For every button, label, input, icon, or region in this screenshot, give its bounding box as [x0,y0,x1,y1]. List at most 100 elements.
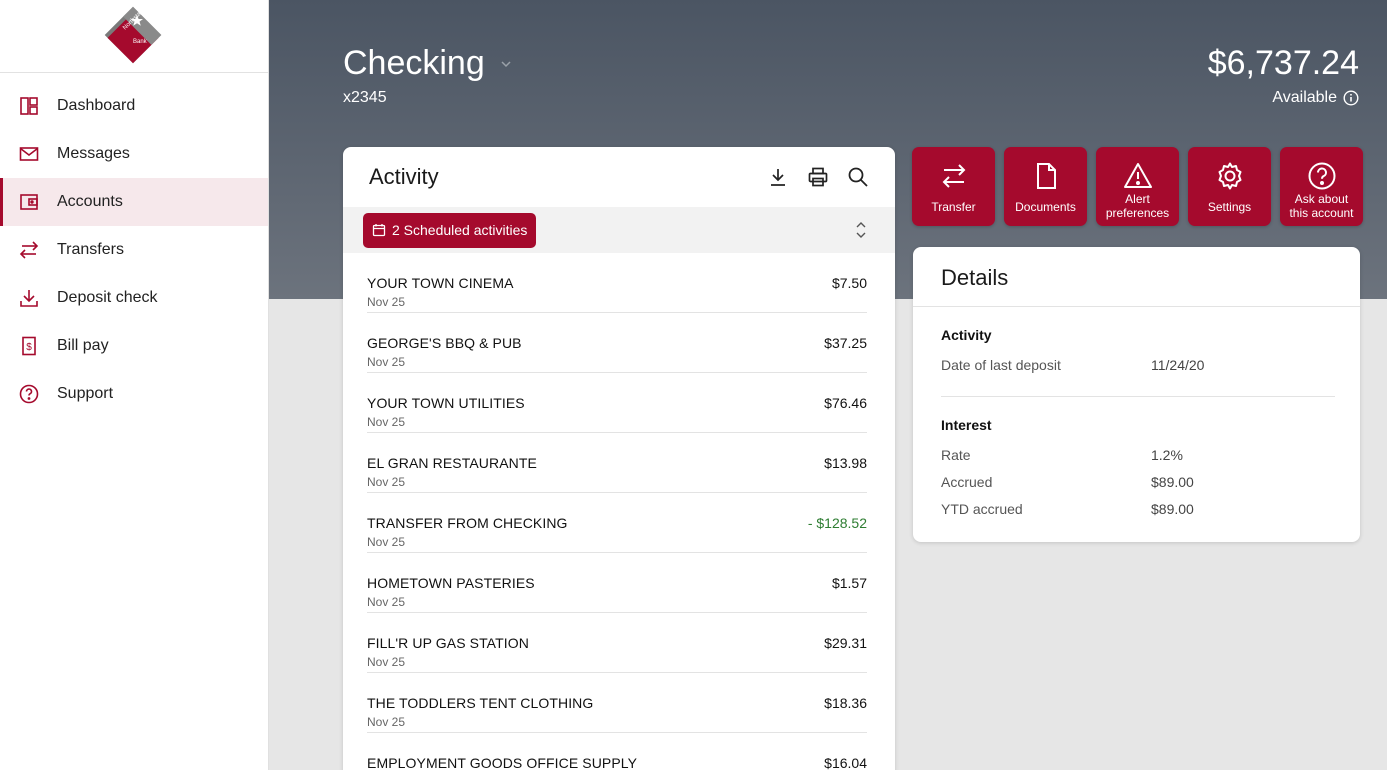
details-activity-section: Activity Date of last deposit 11/24/20 [941,307,1335,397]
scheduled-label: 2 Scheduled activities [392,222,528,238]
bank-logo[interactable]: Northstar Bank [104,6,162,64]
tx-name: GEORGE'S BBQ & PUB [367,335,522,351]
sidebar-item-label: Support [57,385,114,402]
download-tray-icon [19,288,39,308]
sidebar-item-label: Accounts [57,193,123,210]
table-row[interactable]: HOMETOWN PASTERIES Nov 25 $1.57 [367,553,867,613]
sidebar-item-label: Messages [57,145,130,162]
tx-amount: $76.46 [824,395,867,411]
table-row[interactable]: THE TODDLERS TENT CLOTHING Nov 25 $18.36 [367,673,867,733]
activity-tools [767,166,869,188]
transfer-label: Transfer [931,200,976,214]
detail-row: YTD accrued $89.00 [941,495,1335,522]
sidebar-item-label: Dashboard [57,97,136,114]
sidebar-item-label: Transfers [57,241,124,258]
detail-value: $89.00 [1151,500,1194,517]
alert-preferences-label: Alert preferences [1106,192,1169,220]
tx-amount: - $128.52 [807,515,867,531]
settings-button[interactable]: Settings [1188,147,1271,226]
tx-date: Nov 25 [367,415,406,429]
scheduled-activities-button[interactable]: 2 Scheduled activities [363,212,537,248]
table-row[interactable]: EMPLOYMENT GOODS OFFICE SUPPLY $16.04 [367,733,867,770]
account-title: Checking [343,44,485,82]
table-row[interactable]: YOUR TOWN CINEMA Nov 25 $7.50 [367,253,867,313]
sidebar-item-label: Bill pay [57,337,109,354]
label-line-2: preferences [1105,206,1170,220]
table-row[interactable]: YOUR TOWN UTILITIES Nov 25 $76.46 [367,373,867,433]
svg-text:Bank: Bank [133,39,148,45]
sidebar-item-support[interactable]: Support [0,370,268,418]
tx-date: Nov 25 [367,595,406,609]
section-heading: Activity [941,327,992,343]
tx-amount: $29.31 [824,635,867,651]
sidebar-item-bill-pay[interactable]: $ Bill pay [0,322,268,370]
download-icon[interactable] [767,166,789,188]
detail-row: Rate 1.2% [941,441,1335,468]
transfer-button[interactable]: Transfer [912,147,995,226]
table-row[interactable]: TRANSFER FROM CHECKING Nov 25 - $128.52 [367,493,867,553]
activity-title: Activity [369,164,439,189]
ask-about-account-button[interactable]: Ask about this account [1280,147,1363,226]
detail-row: Date of last deposit 11/24/20 [941,351,1335,378]
tx-amount: $37.25 [824,335,867,351]
envelope-icon [19,144,39,164]
tx-amount: $13.98 [824,455,867,471]
table-row[interactable]: GEORGE'S BBQ & PUB Nov 25 $37.25 [367,313,867,373]
tx-name: EL GRAN RESTAURANTE [367,455,537,471]
detail-value: 1.2% [1151,446,1183,463]
account-number: x2345 [343,89,387,106]
print-icon[interactable] [807,166,829,188]
settings-label: Settings [1207,200,1252,214]
tx-name: EMPLOYMENT GOODS OFFICE SUPPLY [367,755,638,770]
available-label: Available [1272,89,1359,107]
sidebar-item-dashboard[interactable]: Dashboard [0,82,268,130]
alert-preferences-button[interactable]: Alert preferences [1096,147,1179,226]
label-line-1: Ask about [1294,192,1349,206]
tx-name: YOUR TOWN CINEMA [367,275,514,291]
details-interest-section: Interest Rate 1.2% Accrued $89.00 YTD accr… [941,397,1335,522]
svg-text:$: $ [26,342,32,353]
sidebar-item-accounts[interactable]: Accounts [0,178,268,226]
detail-key: Date of last deposit [941,356,1061,373]
detail-key: Rate [941,446,971,463]
documents-button[interactable]: Documents [1004,147,1087,226]
tx-date: Nov 25 [367,475,406,489]
account-balance: $6,737.24 [1207,44,1359,82]
detail-key: YTD accrued [941,500,1023,517]
tx-amount: $1.57 [831,575,867,591]
details-title: Details [913,247,1360,307]
sort-chevrons-icon[interactable] [853,219,869,241]
details-card: Details Activity Date of last deposit 11/… [913,247,1360,542]
transfer-icon [939,161,969,191]
quick-actions: Transfer Documents Alert preferences Sett… [912,147,1363,226]
table-row[interactable]: FILL'R UP GAS STATION Nov 25 $29.31 [367,613,867,673]
calendar-icon [372,224,386,237]
detail-row: Accrued $89.00 [941,468,1335,495]
documents-label: Documents [1015,200,1076,214]
sidebar-item-label: Deposit check [57,289,158,306]
detail-value: 11/24/20 [1151,356,1205,373]
wallet-icon [19,192,39,212]
info-icon[interactable] [1343,90,1359,106]
help-circle-icon [1307,161,1337,191]
transaction-list: YOUR TOWN CINEMA Nov 25 $7.50 GEORGE'S BBQ… [343,253,895,770]
account-selector[interactable]: Checking [343,44,513,83]
tx-amount: $16.04 [824,755,867,770]
document-icon [1031,161,1061,191]
search-icon[interactable] [847,166,869,188]
sidebar-item-messages[interactable]: Messages [0,130,268,178]
detail-key: Accrued [941,473,993,490]
table-row[interactable]: EL GRAN RESTAURANTE Nov 25 $13.98 [367,433,867,493]
chevron-down-icon [501,60,511,67]
tx-name: YOUR TOWN UTILITIES [367,395,525,411]
sidebar-item-deposit-check[interactable]: Deposit check [0,274,268,322]
label-line-1: Alert [1125,192,1150,206]
scheduled-bar: 2 Scheduled activities [343,207,895,253]
detail-value: $89.00 [1151,473,1194,490]
available-text: Available [1272,89,1337,106]
sidebar: Northstar Bank Dashboard Messages Accoun… [0,0,269,770]
tx-name: FILL'R UP GAS STATION [367,635,529,651]
logo-area: Northstar Bank [0,0,268,73]
tx-name: THE TODDLERS TENT CLOTHING [367,695,594,711]
sidebar-item-transfers[interactable]: Transfers [0,226,268,274]
